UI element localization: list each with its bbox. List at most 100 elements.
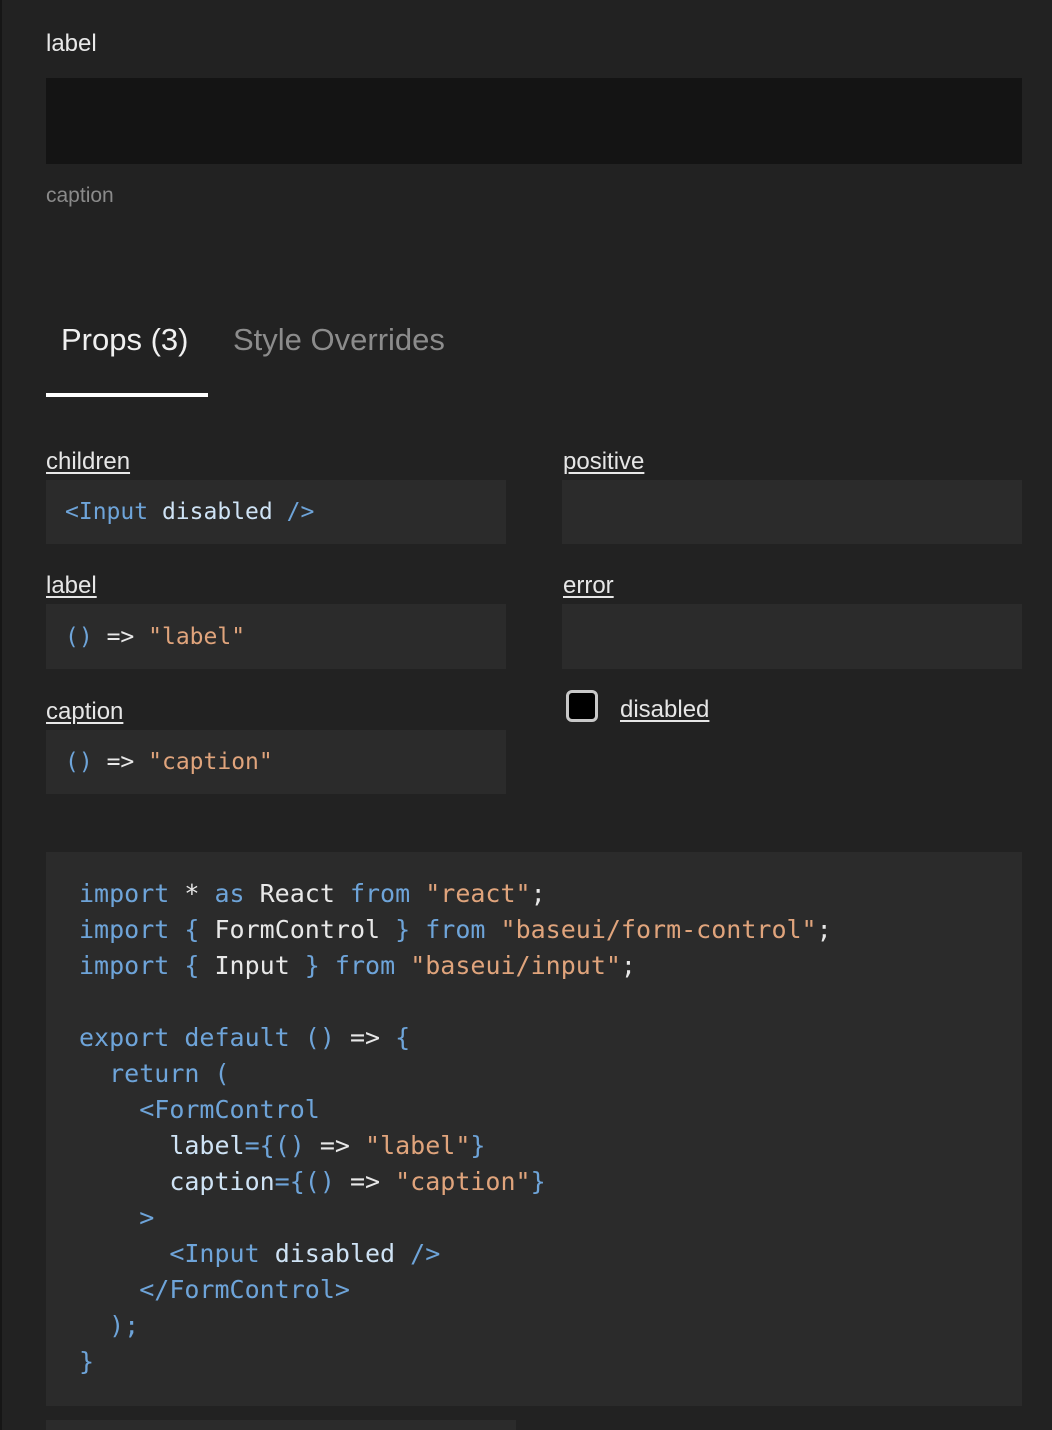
knob-label-children[interactable]: children (46, 448, 130, 476)
code-line: import { Input } from "baseui/input"; (79, 948, 1022, 984)
knob-label-label[interactable]: label (46, 572, 97, 600)
code-token: <Input (169, 1239, 260, 1268)
code-line: <FormControl (79, 1092, 1022, 1128)
code-token: <Input (65, 499, 149, 525)
code-line: caption={() => "caption"} (79, 1164, 1022, 1200)
code-token: > (139, 1203, 155, 1232)
preview-input[interactable] (46, 78, 1022, 164)
knob-editor-positive[interactable] (562, 480, 1022, 544)
code-line: label={() => "label"} (79, 1128, 1022, 1164)
code-line: } (79, 1344, 1022, 1380)
code-token: "caption" (395, 1167, 531, 1196)
code-token: "label" (148, 623, 246, 650)
code-token: default (184, 1023, 290, 1052)
code-line: ); (79, 1308, 1022, 1344)
code-line: export default () => { (79, 1020, 1022, 1056)
knob-label-caption[interactable]: caption (46, 698, 123, 726)
code-token: () (65, 623, 93, 650)
code-token: "baseui/form-control" (500, 915, 817, 944)
code-token: { (184, 951, 200, 980)
code-line: return ( (79, 1056, 1022, 1092)
code-token: /> (410, 1239, 441, 1268)
left-border (0, 0, 2, 1430)
code-token: } (470, 1131, 486, 1160)
code-token: * (169, 879, 215, 908)
code-token: label (169, 1131, 245, 1160)
code-line: > (79, 1200, 1022, 1236)
code-token: </FormControl> (139, 1275, 350, 1304)
code-token: { (395, 1023, 411, 1052)
code-token: return (109, 1059, 200, 1088)
disabled-checkbox[interactable] (566, 690, 598, 722)
button-group-top[interactable] (46, 1420, 516, 1430)
code-token: as (214, 879, 245, 908)
knob-editor-children[interactable]: <Input disabled /> (46, 480, 506, 544)
code-token: ={ (274, 1167, 305, 1196)
code-token: ; (816, 915, 832, 944)
code-token: <FormControl (139, 1095, 320, 1124)
knob-label-positive[interactable]: positive (563, 448, 644, 476)
code-token: disabled (161, 499, 273, 525)
code-token: () (304, 1023, 335, 1052)
code-token: caption (169, 1167, 275, 1196)
knob-editor-caption[interactable]: () => "caption" (46, 730, 506, 794)
code-token: => (334, 1023, 396, 1052)
tab-props[interactable]: Props (3) (61, 322, 188, 358)
tab-style-overrides[interactable]: Style Overrides (233, 322, 445, 358)
code-token: from (334, 951, 396, 980)
code-token: import (79, 879, 170, 908)
form-control-label: label (46, 30, 97, 57)
code-line: import * as React from "react"; (79, 876, 1022, 912)
code-token: React (244, 879, 350, 908)
code-token: from (425, 915, 486, 944)
knob-editor-error[interactable] (562, 604, 1022, 669)
code-token: /> (286, 499, 315, 525)
code-token: } (395, 915, 411, 944)
code-token: from (349, 879, 411, 908)
code-token: ={ (244, 1131, 275, 1160)
knob-label-error[interactable]: error (563, 572, 614, 600)
code-token: => (334, 1167, 396, 1196)
code-token: { (184, 915, 200, 944)
code-token: } (530, 1167, 546, 1196)
code-line: <Input disabled /> (79, 1236, 1022, 1272)
code-token: import (79, 915, 170, 944)
code-snippet[interactable]: import * as React from "react"; import { … (46, 852, 1022, 1406)
code-token: } (304, 951, 320, 980)
code-token: ; (620, 951, 636, 980)
knob-editor-label[interactable]: () => "label" (46, 604, 506, 669)
knob-label-disabled[interactable]: disabled (620, 696, 709, 724)
code-line: </FormControl> (79, 1272, 1022, 1308)
code-token: disabled (274, 1239, 396, 1268)
code-token: () (274, 1131, 305, 1160)
code-token: } (79, 1347, 95, 1376)
code-token: => (304, 1131, 366, 1160)
code-token: ; (530, 879, 546, 908)
code-token: "caption" (148, 749, 273, 775)
code-token: ); (109, 1311, 140, 1340)
code-token: => (106, 623, 135, 650)
code-token: import (79, 951, 170, 980)
